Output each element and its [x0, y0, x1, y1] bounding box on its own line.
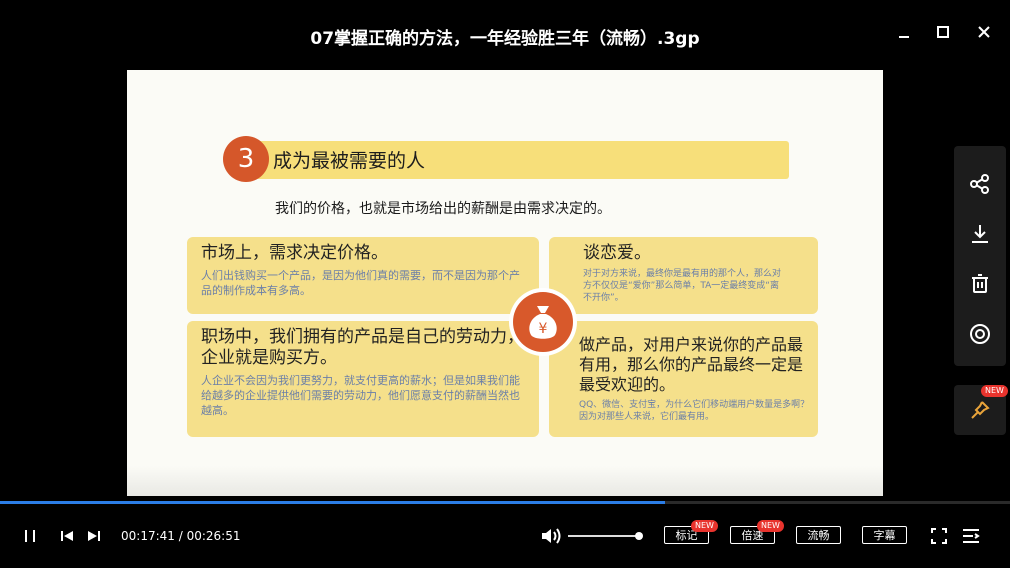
speaker-icon — [542, 528, 561, 544]
window-title: 07掌握正确的方法，一年经验胜三年（流畅）.3gp — [310, 29, 700, 49]
minimize-icon — [899, 36, 909, 38]
pause-icon — [25, 530, 35, 542]
card-title: 职场中，我们拥有的产品是自己的劳动力，企业就是购买方。 — [201, 327, 524, 368]
fullscreen-icon — [931, 528, 947, 544]
playback-time: 00:17:41 / 00:26:51 — [121, 529, 240, 543]
share-button[interactable] — [954, 162, 1006, 206]
fullscreen-button[interactable] — [928, 524, 950, 548]
quality-button[interactable]: 流畅 — [796, 526, 841, 544]
volume-button[interactable] — [539, 524, 563, 548]
mark-new-badge: NEW — [691, 520, 718, 532]
currency-symbol: ¥ — [539, 321, 548, 337]
slide-card-workplace: 职场中，我们拥有的产品是自己的劳动力，企业就是购买方。 人企业不会因为我们更努力… — [187, 321, 539, 437]
slide-card-product: 做产品，对用户来说你的产品最有用，那么你的产品最终一定是最受欢迎的。 QQ、微信… — [549, 321, 818, 437]
maximize-icon — [937, 26, 949, 38]
video-frame[interactable]: 3 成为最被需要的人 我们的价格，也就是市场给出的薪酬是由需求决定的。 市场上，… — [127, 70, 883, 496]
time-separator: / — [174, 529, 187, 543]
card-body: 人企业不会因为我们更努力，就支付更高的薪水；但是如果我们能给越多的企业提供他们需… — [201, 374, 520, 417]
target-button[interactable] — [954, 312, 1006, 356]
delete-button[interactable] — [954, 262, 1006, 306]
previous-button[interactable] — [56, 524, 78, 548]
next-button[interactable] — [83, 524, 105, 548]
maximize-button[interactable] — [928, 18, 958, 46]
close-icon — [978, 26, 990, 38]
volume-slider[interactable] — [568, 535, 640, 537]
card-title: 谈恋爱。 — [583, 243, 651, 263]
download-icon — [972, 225, 988, 243]
pause-button[interactable] — [18, 524, 42, 548]
download-button[interactable] — [954, 212, 1006, 256]
minimize-button[interactable] — [889, 18, 919, 46]
current-time: 00:17:41 — [121, 529, 175, 543]
card-title: 做产品，对用户来说你的产品最有用，那么你的产品最终一定是最受欢迎的。 — [579, 335, 804, 394]
pin-icon — [971, 401, 990, 419]
card-body: 对于对方来说，最终你是最有用的那个人，那么对方不仅仅是“爱你”那么简单，TA一定… — [583, 269, 782, 303]
pin-new-badge: NEW — [981, 385, 1008, 397]
playlist-icon — [963, 529, 980, 543]
card-body: 人们出钱购买一个产品，是因为他们真的需要，而不是因为那个产品的制作成本有多高。 — [201, 269, 520, 297]
slide-card-market: 市场上，需求决定价格。 人们出钱购买一个产品，是因为他们真的需要，而不是因为那个… — [187, 237, 539, 314]
volume-knob[interactable] — [635, 532, 643, 540]
side-toolbar — [954, 146, 1006, 366]
title-bar: 07掌握正确的方法，一年经验胜三年（流畅）.3gp — [0, 0, 1010, 66]
card-title: 市场上，需求决定价格。 — [201, 243, 388, 263]
video-bottom-fade — [127, 466, 883, 496]
playlist-button[interactable] — [960, 524, 982, 548]
speed-new-badge: NEW — [757, 520, 784, 532]
card-body: QQ、微信、支付宝，为什么它们移动端用户数量是多啊？因为对那些人来说，它们最有用… — [579, 400, 810, 422]
target-icon — [970, 324, 990, 344]
subtitle-button[interactable]: 字幕 — [862, 526, 907, 544]
share-icon — [970, 174, 989, 194]
total-time: 00:26:51 — [186, 529, 241, 543]
slide-lead-text: 我们的价格，也就是市场给出的薪酬是由需求决定的。 — [275, 201, 611, 217]
money-bag-icon: ¥ — [509, 288, 577, 356]
next-icon — [88, 531, 100, 541]
slide-heading-number: 3 — [223, 136, 269, 182]
player-controls: 00:17:41 / 00:26:51 标记 NEW 倍速 NEW 流畅 字幕 — [0, 504, 1010, 568]
delete-icon — [972, 274, 988, 293]
slide-heading: 成为最被需要的人 — [273, 150, 426, 172]
close-button[interactable] — [969, 18, 999, 46]
slide-card-dating: 谈恋爱。 对于对方来说，最终你是最有用的那个人，那么对方不仅仅是“爱你”那么简单… — [549, 237, 818, 314]
previous-icon — [61, 531, 73, 541]
